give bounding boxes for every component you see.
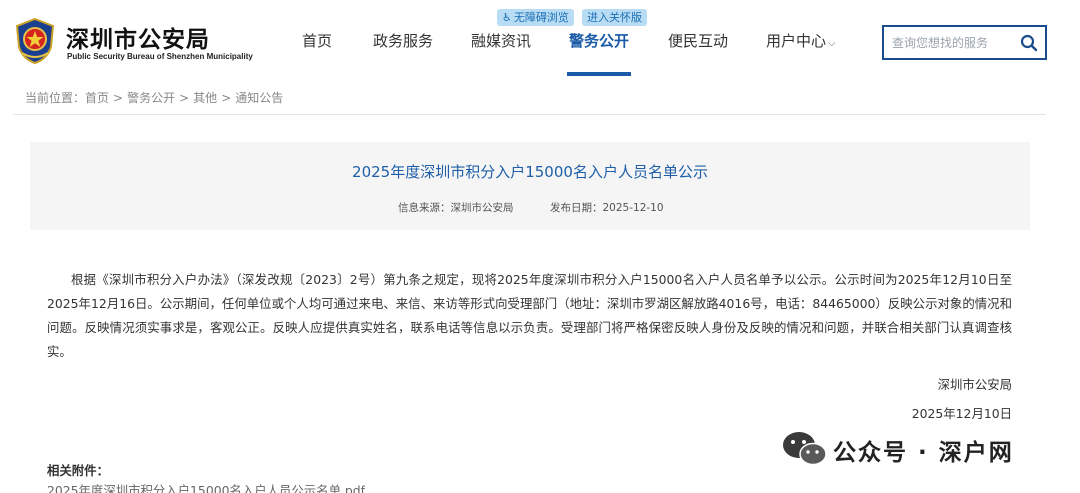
attachments-label: 相关附件：	[47, 463, 109, 478]
elderly-mode-button[interactable]: 进入关怀版	[582, 9, 647, 26]
breadcrumb-link-notices[interactable]: 通知公告	[235, 91, 283, 105]
attachment-link[interactable]: 2025年度深圳市积分入户15000名入户人员公示名单.pdf	[47, 481, 365, 493]
nav-item-gov-services[interactable]: 政务服务	[373, 30, 433, 76]
barrier-free-button[interactable]: ♿ 无障碍浏览	[497, 9, 574, 26]
nav-item-police-affairs[interactable]: 警务公开	[566, 30, 632, 76]
nav-item-public-interaction[interactable]: 便民互动	[668, 30, 728, 76]
divider	[13, 114, 1046, 115]
nav-item-user-center[interactable]: 用户中心 ⌵	[766, 30, 836, 76]
barrier-free-label: 无障碍浏览	[513, 11, 569, 24]
breadcrumb-link-home[interactable]: 首页	[85, 91, 109, 105]
signature-date: 2025年12月10日	[911, 406, 1012, 421]
wechat-icon	[783, 432, 827, 466]
search-icon[interactable]	[1019, 33, 1039, 53]
signature-org: 深圳市公安局	[937, 377, 1012, 392]
article-header: 2025年度深圳市积分入户15000名入户人员名单公示 信息来源：深圳市公安局 …	[30, 142, 1030, 230]
breadcrumb-link-police-affairs[interactable]: 警务公开	[127, 91, 175, 105]
site-logo-title[interactable]: 深圳市公安局	[66, 20, 210, 54]
search-input[interactable]	[892, 34, 1022, 52]
breadcrumb-separator: >	[113, 91, 124, 105]
article-body: 根据《深圳市积分入户办法》（深发改规〔2023〕2号）第九条之规定，现将2025…	[47, 272, 1012, 359]
breadcrumb-separator: >	[221, 91, 232, 105]
nav-item-home[interactable]: 首页	[302, 30, 332, 76]
police-emblem-icon[interactable]	[13, 17, 57, 65]
nav-item-media-news[interactable]: 融媒资讯	[471, 30, 531, 76]
breadcrumb-separator: >	[179, 91, 190, 105]
article-source: 信息来源：深圳市公安局	[398, 202, 514, 214]
breadcrumb-prefix: 当前位置：	[25, 91, 86, 105]
article-publish-date: 发布日期：2025-12-10	[550, 202, 664, 214]
article-title: 2025年度深圳市积分入户15000名入户人员名单公示	[352, 163, 708, 181]
wheelchair-icon: ♿	[502, 11, 512, 24]
site-logo-subtitle: Public Security Bureau of Shenzhen Munic…	[67, 52, 253, 61]
breadcrumb-link-other[interactable]: 其他	[193, 91, 217, 105]
nav-user-center-label: 用户中心	[766, 32, 827, 50]
chevron-down-icon: ⌵	[828, 38, 836, 49]
page: 深圳市公安局 Public Security Bureau of Shenzhe…	[0, 0, 1080, 493]
watermark-text: 公众号 · 深户网	[833, 440, 1014, 466]
search-box	[882, 25, 1047, 60]
elderly-mode-label: 进入关怀版	[587, 11, 642, 24]
breadcrumb: 当前位置：首页 > 警务公开 > 其他 > 通知公告	[25, 89, 287, 106]
site-header: 深圳市公安局 Public Security Bureau of Shenzhe…	[0, 0, 1080, 76]
